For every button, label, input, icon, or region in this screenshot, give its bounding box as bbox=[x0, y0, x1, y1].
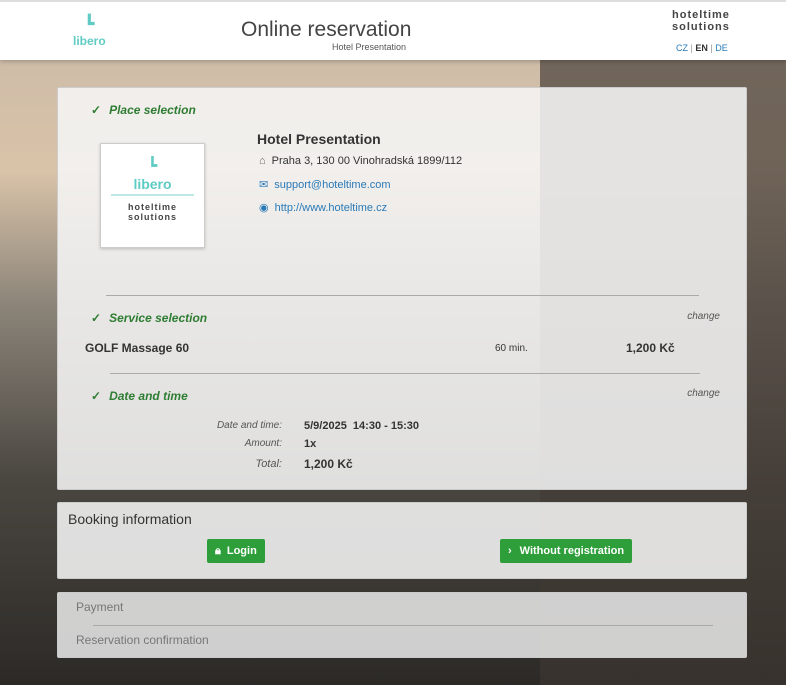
step-date-time: ✓ Date and time bbox=[91, 389, 188, 403]
amount-value: 1x bbox=[304, 438, 317, 450]
step-service-selection: ✓ Service selection bbox=[91, 311, 208, 325]
step-confirmation: Reservation confirmation bbox=[76, 633, 209, 647]
without-registration-button[interactable]: › Without registration bbox=[500, 539, 633, 563]
check-icon: ✓ bbox=[91, 311, 102, 325]
check-icon: ✓ bbox=[91, 389, 102, 403]
divider bbox=[106, 295, 699, 296]
summary-panel: ✓ Place selection ┗ libero hoteltime solu… bbox=[57, 87, 747, 490]
service-name: GOLF Massage 60 bbox=[85, 341, 190, 355]
logo-text: libero bbox=[73, 34, 106, 48]
page-title: Online reservation bbox=[241, 18, 412, 41]
check-icon: ✓ bbox=[91, 103, 102, 117]
lock-icon: 🔒︎ bbox=[215, 545, 221, 557]
step-place-selection: ✓ Place selection bbox=[91, 103, 196, 117]
language-switcher: CZ | EN | DE bbox=[676, 43, 728, 53]
service-duration: 60 min. bbox=[495, 343, 528, 354]
change-datetime-link[interactable]: change bbox=[687, 388, 720, 399]
booking-panel: Booking information 🔒︎ Login › Without reg… bbox=[57, 502, 747, 579]
envelope-icon: ✉ bbox=[259, 179, 269, 191]
amount-label: Amount: bbox=[244, 438, 282, 449]
lang-cz[interactable]: CZ bbox=[676, 43, 688, 53]
pending-steps-panel: Payment Reservation confirmation bbox=[57, 592, 747, 658]
chevron-right-icon: › bbox=[508, 545, 512, 557]
hotel-logo: ┗ libero hoteltime solutions bbox=[100, 143, 205, 248]
hotel-email: ✉ support@hoteltime.com bbox=[259, 178, 391, 191]
hotel-web: ◉ http://www.hoteltime.cz bbox=[259, 201, 387, 214]
total-label: Total: bbox=[255, 458, 282, 470]
header: ┗ libero Online reservation Hotel Present… bbox=[0, 0, 786, 60]
page-subtitle: Hotel Presentation bbox=[331, 42, 406, 52]
datetime-value: 5/9/2025 14:30 - 15:30 bbox=[304, 420, 419, 432]
hoteltime-logo: hoteltime solutions bbox=[672, 9, 730, 33]
total-value: 1,200 Kč bbox=[304, 457, 353, 471]
lang-de[interactable]: DE bbox=[715, 43, 728, 53]
hotel-name: Hotel Presentation bbox=[257, 131, 381, 147]
hotel-address: ⌂ Praha 3, 130 00 Vinohradská 1899/112 bbox=[259, 155, 463, 167]
change-service-link[interactable]: change bbox=[687, 311, 720, 322]
datetime-label: Date and time: bbox=[216, 420, 282, 431]
libero-logo[interactable]: ┗ libero bbox=[73, 14, 106, 48]
globe-icon: ◉ bbox=[259, 202, 269, 214]
web-link[interactable]: http://www.hoteltime.cz bbox=[275, 202, 388, 214]
email-link[interactable]: support@hoteltime.com bbox=[274, 179, 390, 191]
login-button[interactable]: 🔒︎ Login bbox=[207, 539, 265, 563]
lang-en[interactable]: EN bbox=[695, 43, 708, 53]
home-icon: ⌂ bbox=[259, 155, 266, 167]
service-price: 1,200 Kč bbox=[626, 341, 675, 355]
divider bbox=[93, 625, 713, 626]
booking-title: Booking information bbox=[68, 511, 192, 527]
divider bbox=[110, 373, 700, 374]
step-payment: Payment bbox=[76, 600, 124, 614]
